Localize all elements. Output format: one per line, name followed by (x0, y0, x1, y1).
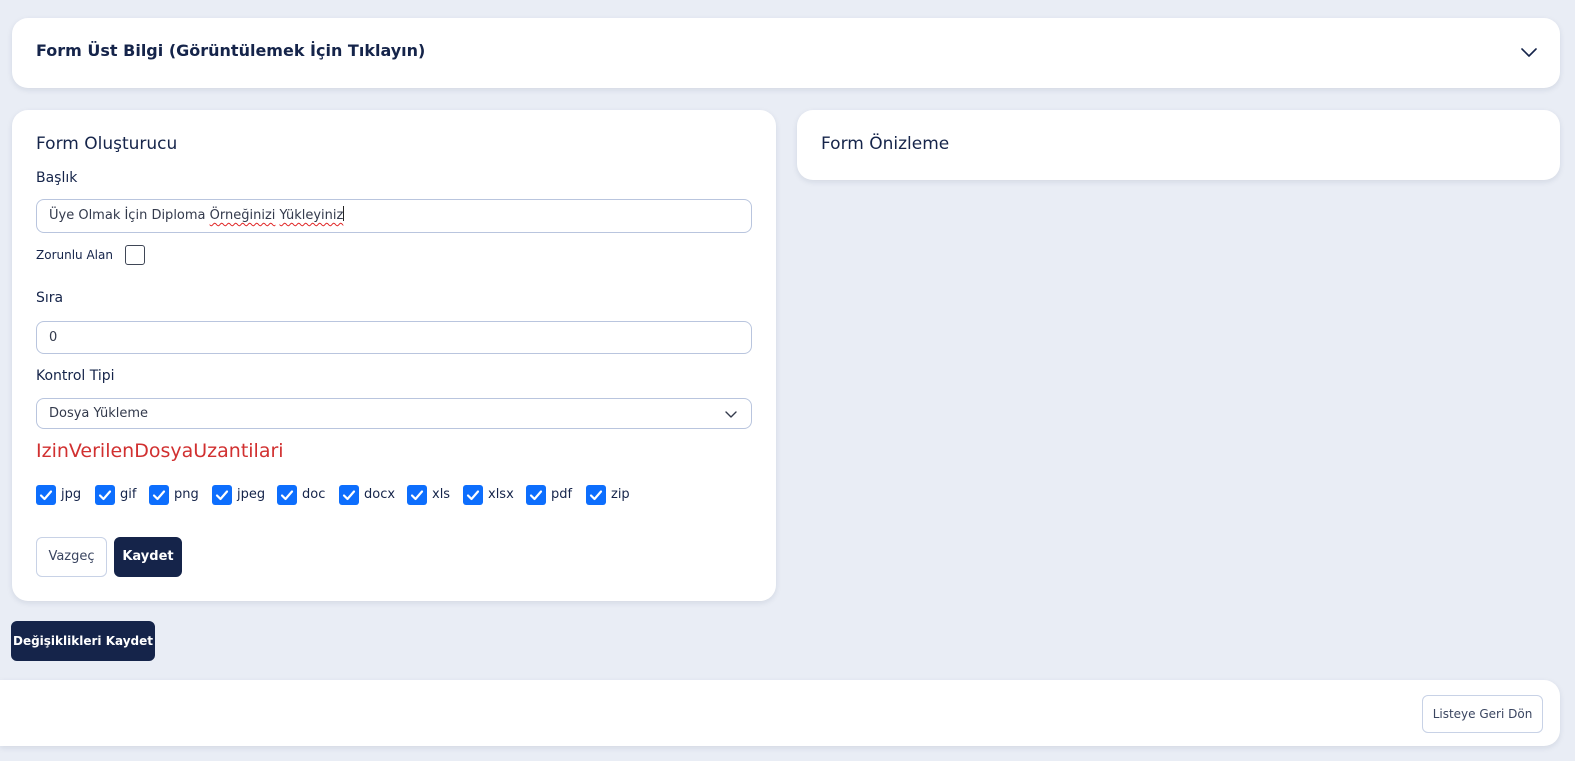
save-button[interactable]: Kaydet (114, 537, 182, 577)
text-caret (343, 206, 345, 221)
title-field-label: Başlık (36, 170, 78, 186)
extension-label: doc (302, 487, 326, 502)
title-input[interactable]: Üye Olmak İçin Diploma Örneğinizi Yükley… (36, 199, 752, 233)
required-checkbox[interactable] (125, 245, 145, 265)
extension-label: gif (120, 487, 137, 502)
check-icon (39, 490, 53, 501)
extension-checkbox[interactable] (95, 485, 115, 505)
allowed-extensions-heading: IzinVerilenDosyaUzantilari (36, 440, 284, 462)
extension-label: docx (364, 487, 396, 502)
extension-label: zip (611, 487, 630, 502)
extension-label: jpg (61, 487, 82, 502)
extension-checkbox[interactable] (463, 485, 483, 505)
extension-checkbox[interactable] (407, 485, 427, 505)
extension-label: jpeg (237, 487, 266, 502)
form-preview-card: Form Önizleme (797, 110, 1560, 180)
chevron-down-icon (725, 411, 737, 418)
extension-label: xlsx (488, 487, 514, 502)
order-input[interactable]: 0 (36, 321, 752, 354)
check-icon (529, 490, 543, 501)
check-icon (215, 490, 229, 501)
form-header-accordion[interactable]: Form Üst Bilgi (Görüntülemek İçin Tıklay… (12, 18, 1560, 88)
chevron-down-icon[interactable] (1520, 43, 1538, 61)
save-changes-button[interactable]: Değişiklikleri Kaydet (11, 621, 155, 661)
extension-checkbox[interactable] (36, 485, 56, 505)
footer-bar (0, 680, 1560, 746)
back-to-list-button[interactable]: Listeye Geri Dön (1422, 695, 1543, 733)
extension-label: xls (432, 487, 451, 502)
form-preview-title: Form Önizleme (821, 134, 950, 154)
spell-error-word: Yükleyiniz (279, 208, 344, 223)
accordion-title: Form Üst Bilgi (Görüntülemek İçin Tıklay… (36, 41, 426, 60)
control-type-select[interactable]: Dosya Yükleme (36, 398, 752, 429)
check-icon (280, 490, 294, 501)
extension-checkbox[interactable] (149, 485, 169, 505)
extension-label: pdf (551, 487, 573, 502)
required-field-label: Zorunlu Alan (36, 248, 113, 262)
extension-label: png (174, 487, 199, 502)
check-icon (98, 490, 112, 501)
extension-checkbox[interactable] (526, 485, 546, 505)
check-icon (152, 490, 166, 501)
order-field-label: Sıra (36, 290, 64, 306)
extension-checkbox[interactable] (339, 485, 359, 505)
spell-error-word: Örneğinizi (209, 208, 276, 223)
cancel-button[interactable]: Vazgeç (36, 537, 107, 577)
extension-checkbox[interactable] (586, 485, 606, 505)
check-icon (589, 490, 603, 501)
extension-checkbox[interactable] (212, 485, 232, 505)
form-builder-card: Form Oluşturucu Başlık Üye Olmak İçin Di… (12, 110, 776, 601)
form-builder-title: Form Oluşturucu (36, 134, 178, 154)
extension-checkbox[interactable] (277, 485, 297, 505)
control-type-label: Kontrol Tipi (36, 368, 115, 384)
check-icon (466, 490, 480, 501)
check-icon (410, 490, 424, 501)
check-icon (342, 490, 356, 501)
